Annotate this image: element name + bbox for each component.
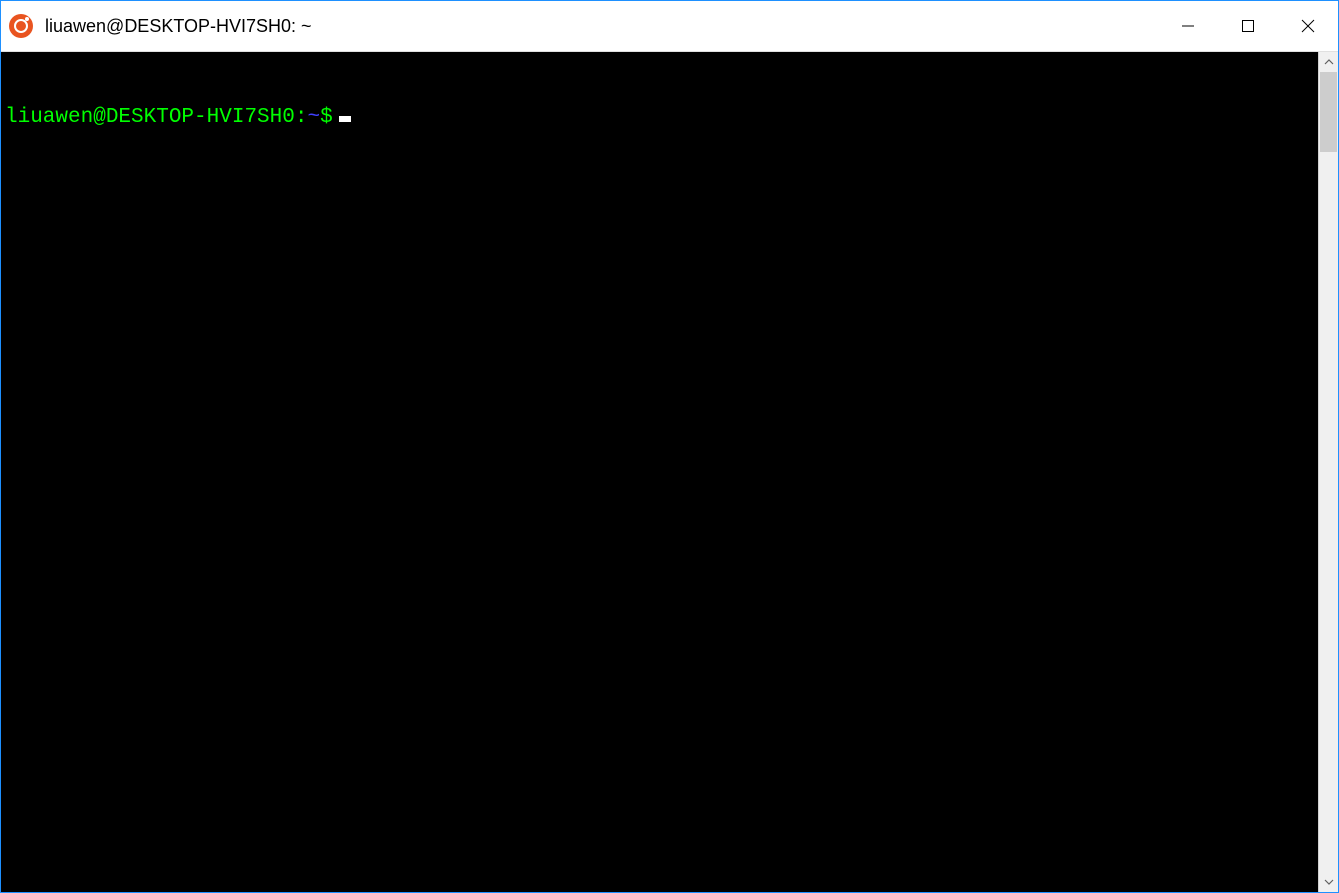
terminal-body[interactable]: liuawen@DESKTOP-HVI7SH0:~$ (1, 52, 1318, 892)
chevron-down-icon (1324, 877, 1334, 887)
maximize-icon (1241, 19, 1255, 33)
minimize-button[interactable] (1158, 1, 1218, 51)
scroll-up-button[interactable] (1319, 52, 1338, 72)
minimize-icon (1181, 19, 1195, 33)
prompt-line: liuawen@DESKTOP-HVI7SH0:~$ (5, 102, 1314, 131)
window-controls (1158, 1, 1338, 51)
scroll-down-button[interactable] (1319, 872, 1338, 892)
scroll-thumb[interactable] (1320, 72, 1337, 152)
close-icon (1301, 19, 1315, 33)
chevron-up-icon (1324, 57, 1334, 67)
prompt-colon: : (295, 104, 308, 131)
terminal-window: liuawen@DESKTOP-HVI7SH0: ~ liuawen@DESKT… (0, 0, 1339, 893)
prompt-dollar: $ (320, 104, 333, 131)
window-title: liuawen@DESKTOP-HVI7SH0: ~ (45, 16, 312, 37)
prompt-path: ~ (307, 104, 320, 131)
cursor-icon (339, 116, 351, 122)
vertical-scrollbar[interactable] (1318, 52, 1338, 892)
scroll-track[interactable] (1319, 72, 1338, 872)
content-area: liuawen@DESKTOP-HVI7SH0:~$ (1, 52, 1338, 892)
prompt-userhost: liuawen@DESKTOP-HVI7SH0 (5, 104, 295, 131)
close-button[interactable] (1278, 1, 1338, 51)
window-titlebar[interactable]: liuawen@DESKTOP-HVI7SH0: ~ (1, 1, 1338, 52)
titlebar-left: liuawen@DESKTOP-HVI7SH0: ~ (1, 14, 1158, 38)
ubuntu-icon (9, 14, 33, 38)
maximize-button[interactable] (1218, 1, 1278, 51)
